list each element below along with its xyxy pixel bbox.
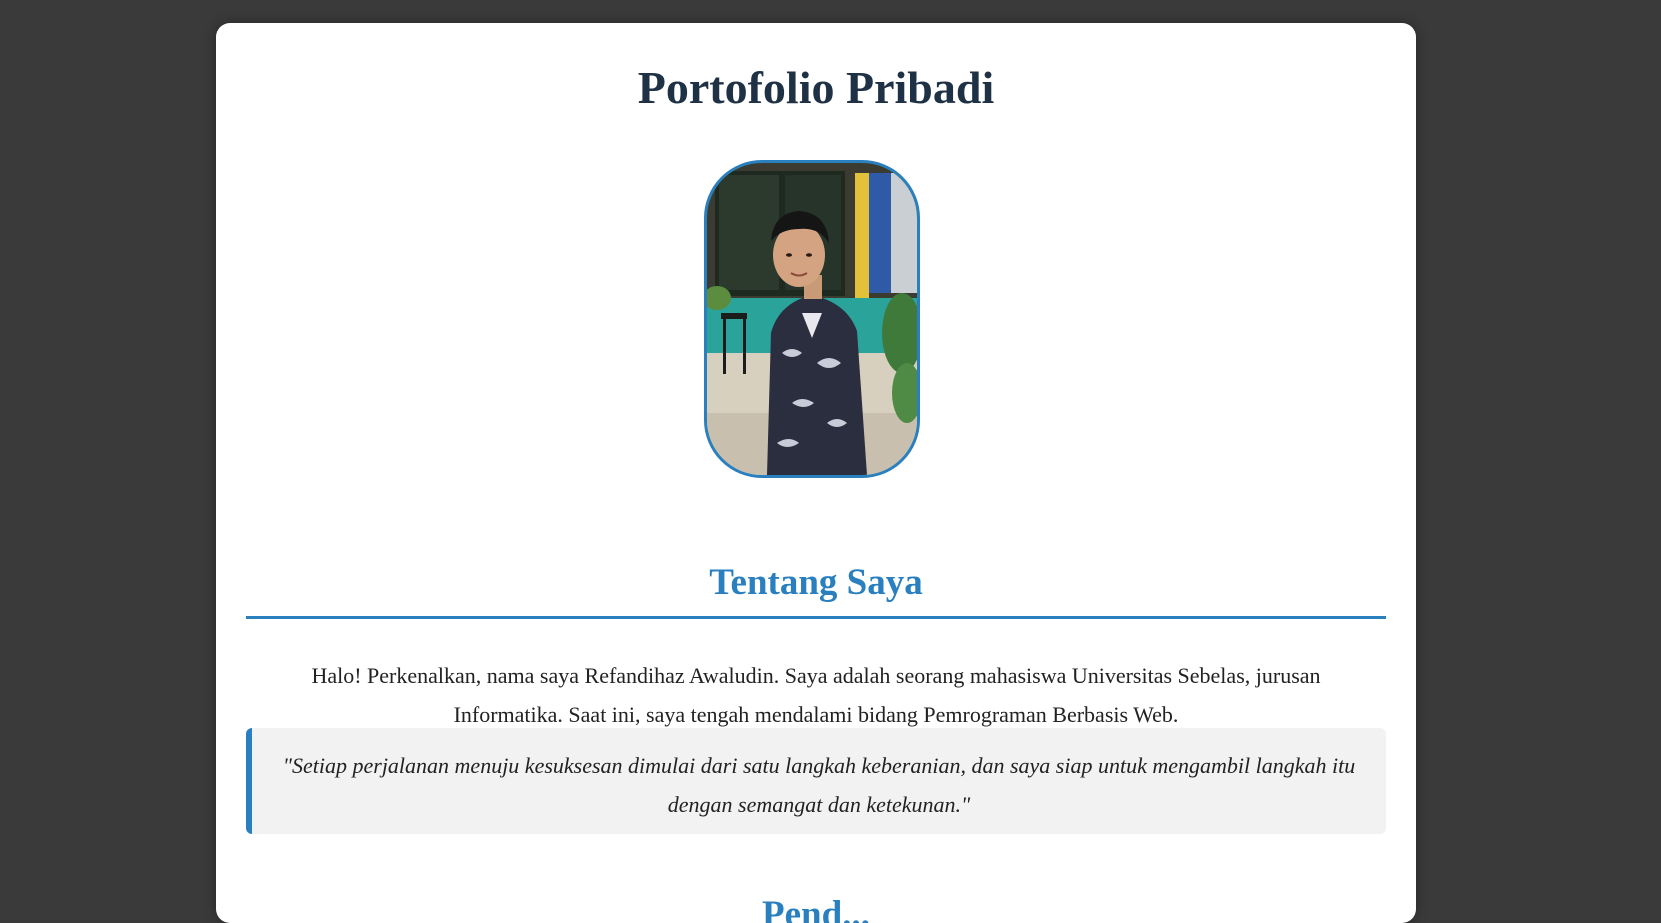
about-paragraph: Halo! Perkenalkan, nama saya Refandihaz …	[311, 663, 1321, 727]
quote-block: "Setiap perjalanan menuju kesuksesan dim…	[246, 728, 1386, 834]
about-heading: Tentang Saya	[709, 562, 923, 603]
next-section-heading: Pend...	[762, 894, 870, 923]
page-title: Portofolio Pribadi	[637, 62, 995, 113]
profile-photo-image	[707, 163, 917, 475]
profile-photo	[704, 160, 920, 478]
portfolio-card: Portofolio Pribadi Tentang Saya Halo! Pe…	[216, 23, 1416, 923]
about-divider	[246, 616, 1386, 619]
